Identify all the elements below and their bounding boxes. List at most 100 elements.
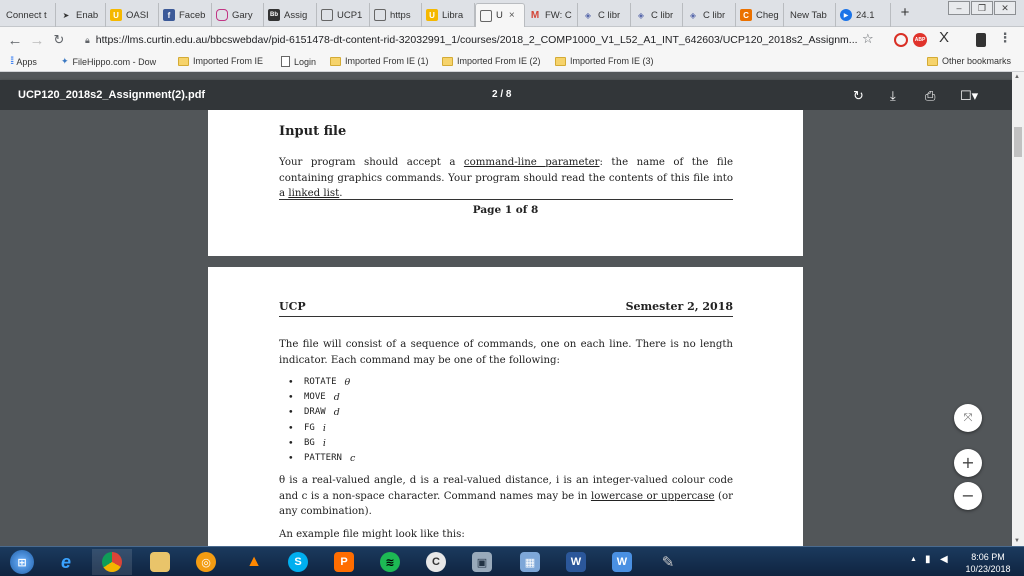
bookmark-star-icon[interactable]: ☆: [862, 31, 874, 47]
chegg-icon: C: [740, 9, 752, 21]
close-window-button[interactable]: ✕: [994, 1, 1016, 15]
tab-oasis[interactable]: U OASI: [106, 3, 159, 27]
oasis-icon: U: [110, 9, 122, 21]
new-tab-button[interactable]: +: [895, 4, 915, 22]
chrome-icon: [102, 552, 122, 572]
url-text: https://lms.curtin.edu.au/bbcswebdav/pid…: [95, 34, 858, 46]
tab-active-pdf[interactable]: U ×: [475, 3, 525, 27]
forward-icon[interactable]: →: [26, 32, 48, 49]
close-icon[interactable]: ×: [509, 10, 515, 21]
list-item: • DRAW d: [288, 407, 340, 419]
arrow-icon: ➤: [62, 10, 70, 20]
system-clock[interactable]: 8:06 PM 10/23/2018: [958, 551, 1018, 575]
page-indicator[interactable]: 2 / 8: [492, 89, 511, 100]
tab-label: C libr: [651, 9, 674, 21]
bookmark-login[interactable]: Login: [281, 56, 316, 67]
tab-ucp1[interactable]: UCP1: [317, 3, 370, 27]
tab-enable[interactable]: ➤ Enab: [56, 3, 106, 27]
tab-label: C libr: [598, 9, 621, 21]
ie-icon: e: [60, 551, 71, 572]
tab-clibrary-2[interactable]: ◈ C libr: [631, 3, 683, 27]
tray-expand-icon[interactable]: ▲: [910, 556, 917, 563]
minimize-button[interactable]: –: [948, 1, 970, 15]
taskbar-network[interactable]: ▦: [510, 549, 550, 575]
pdf-viewport[interactable]: Input file Your program should accept a …: [0, 110, 1012, 546]
taskbar-chrome[interactable]: [92, 549, 132, 575]
scroll-down-icon[interactable]: ▼: [1014, 538, 1020, 544]
taskbar-ie[interactable]: e: [46, 549, 86, 575]
bookmark-label: Imported From IE (2): [457, 56, 541, 66]
start-button[interactable]: ⊞: [2, 549, 42, 575]
spotify-icon: ≋: [380, 552, 400, 572]
taskbar-settings[interactable]: ✎: [648, 549, 688, 575]
tab-label: FW: C: [545, 9, 572, 21]
profile-icon[interactable]: [976, 33, 986, 47]
doc-icon: [480, 9, 492, 22]
scroll-up-icon[interactable]: ▲: [1014, 74, 1020, 80]
speaker-tray-icon[interactable]: ◀: [940, 554, 948, 565]
tab-gmail[interactable]: M FW: C: [525, 3, 578, 27]
tab-newtab[interactable]: New Tab: [784, 3, 836, 27]
taskbar-app-p[interactable]: P: [324, 549, 364, 575]
menu-icon[interactable]: ⋮: [998, 31, 1012, 45]
taskbar-window[interactable]: ▣: [462, 549, 502, 575]
tab-label: OASI: [126, 9, 149, 21]
bookmark-other[interactable]: Other bookmarks: [927, 56, 1011, 66]
taskbar-w-app[interactable]: W: [602, 549, 642, 575]
tab-clibrary-1[interactable]: ◈ C libr: [578, 3, 631, 27]
clock-time: 8:06 PM: [971, 552, 1005, 562]
zoom-out-button[interactable]: −: [954, 482, 982, 510]
bookmark-folder-ie-2[interactable]: Imported From IE (2): [442, 56, 541, 66]
taskbar-vlc[interactable]: ▲: [234, 549, 274, 575]
back-icon[interactable]: ←: [4, 32, 26, 49]
taskbar-media[interactable]: ◎: [186, 549, 226, 575]
tab-instagram[interactable]: Gary: [212, 3, 264, 27]
browser-toolbar: ← → ↻ 🔒︎ https://lms.curtin.edu.au/bbcsw…: [0, 27, 1024, 53]
tab-library[interactable]: U Libra: [422, 3, 475, 27]
bookmark-icon[interactable]: ☐▾: [960, 88, 978, 104]
reload-icon[interactable]: ↻: [48, 32, 70, 48]
tab-facebook[interactable]: f Faceb: [159, 3, 212, 27]
bookmark-folder-ie-1[interactable]: Imported From IE (1): [330, 56, 429, 66]
rotate-icon[interactable]: ↻: [853, 88, 864, 104]
taskbar-explorer[interactable]: [140, 549, 180, 575]
bookmark-apps[interactable]: ⁞⁞⁞ Apps: [10, 56, 37, 67]
taskbar-eclipse[interactable]: C: [416, 549, 456, 575]
bookmark-label: Other bookmarks: [942, 56, 1012, 66]
tab-https[interactable]: https: [370, 3, 422, 27]
bookmark-label: Login: [294, 56, 317, 67]
download-icon[interactable]: ⤓: [890, 88, 896, 104]
extension-x-icon[interactable]: X: [937, 30, 951, 45]
maximize-button[interactable]: ❐: [971, 1, 993, 15]
linked-list-link: linked list: [288, 188, 340, 199]
taskbar-word[interactable]: W: [556, 549, 596, 575]
tab-chegg[interactable]: C Cheg: [736, 3, 784, 27]
media-player-icon: ◎: [196, 552, 216, 572]
bookmark-folder-ie[interactable]: Imported From IE: [178, 56, 263, 66]
tab-clibrary-3[interactable]: ◈ C libr: [683, 3, 736, 27]
zoom-in-button[interactable]: +: [954, 449, 982, 477]
taskbar-spotify[interactable]: ≋: [370, 549, 410, 575]
bookmark-folder-ie-3[interactable]: Imported From IE (3): [555, 56, 654, 66]
gmail-icon: M: [530, 9, 540, 21]
play-icon: ▶: [840, 9, 852, 21]
tab-label: https: [390, 9, 411, 21]
address-bar[interactable]: 🔒︎ https://lms.curtin.edu.au/bbcswebdav/…: [85, 30, 885, 50]
fit-to-page-button[interactable]: ⤧: [954, 404, 982, 432]
tab-label: 24.1: [856, 9, 875, 21]
vertical-scrollbar[interactable]: ▲ ▼: [1012, 72, 1024, 546]
bookmark-filehippo[interactable]: ✦ FileHippo.com - Dow: [61, 56, 156, 67]
tab-connect[interactable]: Connect t: [2, 3, 56, 27]
tab-video[interactable]: ▶ 24.1: [836, 3, 891, 27]
print-icon[interactable]: ⎙: [925, 88, 935, 104]
command-list: • ROTATE θ • MOVE d • DRAW d • FG i • BG i • PATTER…: [288, 375, 588, 466]
bookmarks-bar: ⁞⁞⁞ Apps ✦ FileHippo.com - Dow Imported …: [0, 53, 1024, 72]
adblock-icon[interactable]: ABP: [913, 33, 927, 47]
cplusplus-icon: ◈: [689, 10, 697, 20]
taskbar-skype[interactable]: S: [278, 549, 318, 575]
network-tray-icon[interactable]: ▮: [925, 554, 931, 565]
scrollbar-thumb[interactable]: [1014, 127, 1022, 157]
tab-assignment[interactable]: Bb Assig: [264, 3, 317, 27]
bookmark-label: FileHippo.com - Dow: [72, 56, 157, 67]
opera-icon[interactable]: [894, 33, 908, 47]
